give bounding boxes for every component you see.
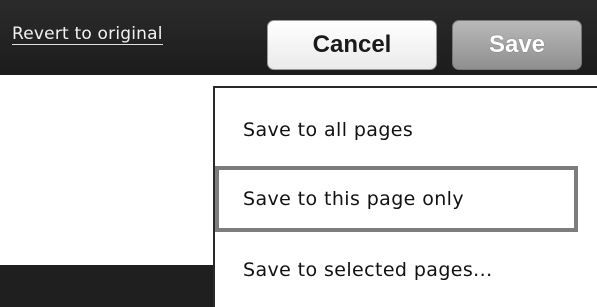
menu-item-save-to-all-pages[interactable]: Save to all pages: [215, 108, 597, 152]
revert-to-original-link[interactable]: Revert to original: [12, 24, 163, 45]
menu-item-save-to-selected-pages[interactable]: Save to selected pages...: [215, 248, 597, 292]
save-options-menu: Save to all pages Save to this page only…: [213, 86, 597, 307]
top-toolbar: Revert to original Cancel Save: [0, 0, 597, 75]
cancel-button[interactable]: Cancel: [267, 20, 437, 70]
save-button[interactable]: Save: [452, 20, 582, 70]
menu-item-save-to-this-page-only[interactable]: Save to this page only: [215, 166, 578, 232]
